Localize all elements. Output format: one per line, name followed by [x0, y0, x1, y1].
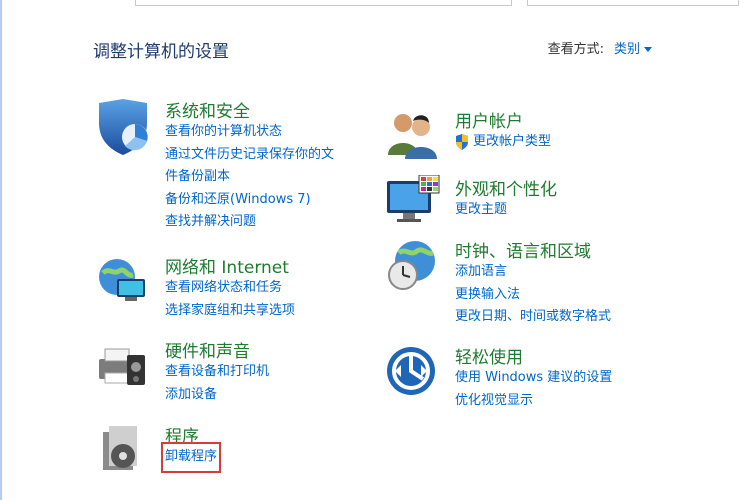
- link-file-history[interactable]: 通过文件历史记录保存你的文: [165, 144, 334, 167]
- clock-globe-icon[interactable]: [385, 237, 441, 293]
- category-links: 更改主题: [455, 199, 507, 222]
- category-title[interactable]: 硬件和声音: [165, 337, 250, 362]
- link-add-device[interactable]: 添加设备: [165, 384, 269, 407]
- ease-of-access-icon[interactable]: [385, 343, 441, 399]
- link-backup-restore[interactable]: 备份和还原(Windows 7): [165, 189, 334, 212]
- view-by-dropdown[interactable]: 类别: [614, 38, 652, 57]
- programs-disc-icon[interactable]: [95, 422, 151, 478]
- category-links: 添加语言 更换输入法 更改日期、时间或数字格式: [455, 261, 611, 329]
- category-links: 更改帐户类型: [455, 131, 551, 154]
- link-devices-printers[interactable]: 查看设备和打印机: [165, 361, 269, 384]
- category-links: 查看网络状态和任务 选择家庭组和共享选项: [165, 277, 295, 322]
- printer-icon[interactable]: [95, 337, 151, 393]
- page-title: 调整计算机的设置: [93, 42, 229, 62]
- network-globe-icon[interactable]: [95, 253, 151, 309]
- category-links: 使用 Windows 建议的设置 优化视觉显示: [455, 367, 612, 412]
- address-bar[interactable]: [135, 0, 512, 6]
- view-by-value: 类别: [613, 42, 640, 57]
- chevron-down-icon: [644, 47, 652, 52]
- category-title[interactable]: 用户帐户: [455, 107, 523, 132]
- link-network-status[interactable]: 查看网络状态和任务: [165, 277, 295, 300]
- users-icon[interactable]: [385, 107, 441, 163]
- category-title[interactable]: 系统和安全: [165, 97, 250, 122]
- link-view-computer-status[interactable]: 查看你的计算机状态: [165, 121, 334, 144]
- link-homegroup[interactable]: 选择家庭组和共享选项: [165, 300, 295, 323]
- link-recommended-settings[interactable]: 使用 Windows 建议的设置: [455, 367, 612, 390]
- category-links: 查看设备和打印机 添加设备: [165, 361, 269, 406]
- monitor-color-icon[interactable]: [385, 174, 441, 231]
- category-title[interactable]: 外观和个性化: [455, 175, 557, 200]
- link-uninstall-program[interactable]: 卸载程序: [160, 442, 222, 473]
- link-troubleshoot[interactable]: 查找并解决问题: [165, 211, 334, 234]
- link-date-time-format[interactable]: 更改日期、时间或数字格式: [455, 306, 611, 329]
- view-by-label: 查看方式:: [547, 42, 604, 57]
- link-file-history-cont[interactable]: 件备份副本: [165, 166, 334, 189]
- category-title[interactable]: 时钟、语言和区域: [455, 237, 591, 262]
- category-links: 查看你的计算机状态 通过文件历史记录保存你的文 件备份副本 备份和还原(Wind…: [165, 121, 334, 234]
- view-by-control: 查看方式: 类别: [548, 38, 652, 57]
- category-title[interactable]: 网络和 Internet: [165, 253, 289, 278]
- shield-icon[interactable]: [95, 97, 151, 155]
- link-change-theme[interactable]: 更改主题: [455, 199, 507, 222]
- window-left-edge: [0, 0, 2, 500]
- link-label: 更改帐户类型: [473, 134, 552, 149]
- link-change-input-method[interactable]: 更换输入法: [455, 284, 611, 307]
- link-add-language[interactable]: 添加语言: [455, 261, 611, 284]
- category-title[interactable]: 轻松使用: [455, 343, 523, 368]
- link-optimize-display[interactable]: 优化视觉显示: [455, 390, 612, 413]
- category-title[interactable]: 程序: [165, 422, 199, 447]
- link-change-account-type[interactable]: 更改帐户类型: [455, 131, 551, 154]
- uac-shield-icon: [455, 134, 469, 151]
- search-box[interactable]: [527, 0, 739, 6]
- category-links: 卸载程序: [160, 442, 222, 473]
